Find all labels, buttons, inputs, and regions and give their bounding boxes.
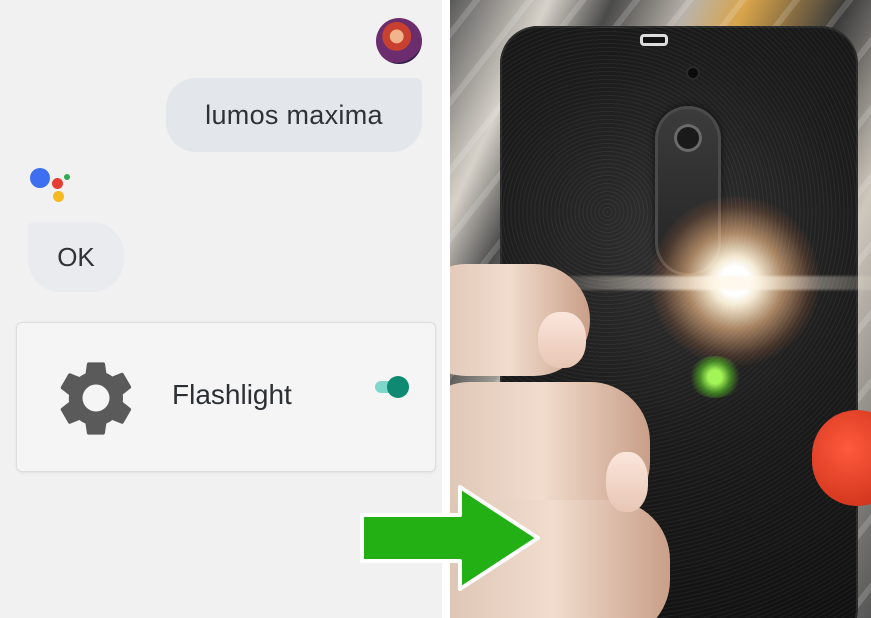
fingernail: [538, 312, 586, 368]
phone-mic-slot: [640, 34, 668, 46]
camera-lens-icon: [674, 124, 702, 152]
lens-flare: [688, 356, 742, 398]
flashlight-toggle[interactable]: [373, 376, 409, 398]
user-message-bubble: lumos maxima: [166, 78, 422, 152]
user-message-text: lumos maxima: [205, 99, 383, 130]
phone-sensor: [686, 66, 700, 80]
user-avatar[interactable]: [376, 18, 422, 64]
logo-yellow-dot: [53, 191, 64, 202]
logo-blue-dot: [30, 168, 50, 188]
green-arrow-icon: [360, 485, 540, 591]
flash-streak: [530, 276, 871, 290]
toggle-thumb: [387, 376, 409, 398]
google-assistant-logo-icon: [28, 164, 74, 206]
gear-icon: [60, 362, 132, 435]
flashlight-label: Flashlight: [172, 379, 292, 410]
fingernail: [606, 452, 648, 512]
assistant-reply-text: OK: [57, 241, 95, 272]
logo-red-dot: [52, 178, 63, 189]
flashlight-card[interactable]: Flashlight: [16, 322, 436, 472]
assistant-reply-bubble: OK: [28, 222, 124, 292]
logo-green-dot: [64, 174, 70, 180]
